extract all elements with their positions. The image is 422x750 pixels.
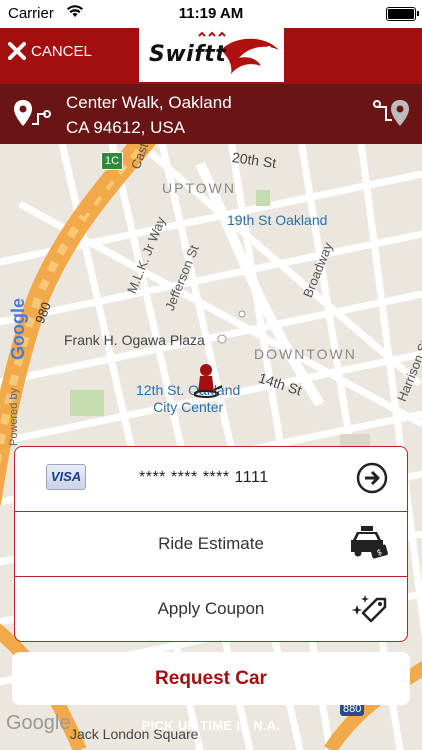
address-line-1: Center Walk, Oakland: [66, 93, 232, 112]
cancel-button[interactable]: CANCEL: [8, 42, 92, 60]
station-12th-line1: 12th St. Oakland: [136, 382, 241, 398]
station-12th-line2: City Center: [153, 399, 224, 415]
pickup-address: Center Walk, Oakland CA 94612, USA: [66, 90, 232, 140]
ogawa-plaza-label: Frank H. Ogawa Plaza: [64, 332, 205, 348]
request-car-button[interactable]: Request Car: [12, 652, 410, 705]
payment-method-row[interactable]: VISA **** **** **** 1111: [15, 447, 407, 512]
pickup-address-bar[interactable]: Center Walk, Oakland CA 94612, USA: [0, 84, 422, 144]
dropoff-pin-icon[interactable]: [372, 98, 412, 135]
downtown-label: DOWNTOWN: [254, 346, 357, 362]
taxi-fare-icon: $: [349, 524, 389, 567]
visa-card-icon: VISA: [46, 464, 86, 490]
header-bar: CANCEL Swiftt: [0, 28, 422, 84]
uptown-label: UPTOWN: [162, 180, 236, 196]
battery-icon: [386, 7, 419, 21]
swiftt-logo: Swiftt: [139, 28, 284, 82]
pickup-pin-icon[interactable]: [12, 98, 52, 135]
powered-by-label: Powered by: [8, 387, 20, 446]
address-line-2: CA 94612, USA: [66, 118, 186, 137]
apply-coupon-row[interactable]: Apply Coupon: [15, 577, 407, 641]
station-19th-label: 19th St Oakland: [227, 212, 328, 228]
close-icon: [8, 42, 26, 60]
logo-text: Swiftt: [149, 42, 227, 67]
station-12th-label: 12th St. Oakland City Center: [136, 382, 240, 416]
status-bar: Carrier 11:19 AM: [0, 0, 422, 28]
ride-estimate-row[interactable]: Ride Estimate $: [15, 512, 407, 577]
pickup-time-label: PICK UP TIME IS N.A.: [141, 718, 281, 733]
clock: 11:19 AM: [178, 5, 244, 22]
route-1c-badge: 1C: [101, 152, 124, 170]
coupon-tag-icon: [349, 591, 389, 630]
card-number: **** **** **** 1111: [139, 469, 269, 486]
google-watermark: Google: [8, 298, 28, 360]
arrow-right-circle-icon[interactable]: [355, 461, 389, 500]
cancel-label: CANCEL: [31, 42, 92, 60]
ride-options-card: VISA **** **** **** 1111 Ride Estimate $…: [14, 446, 408, 642]
